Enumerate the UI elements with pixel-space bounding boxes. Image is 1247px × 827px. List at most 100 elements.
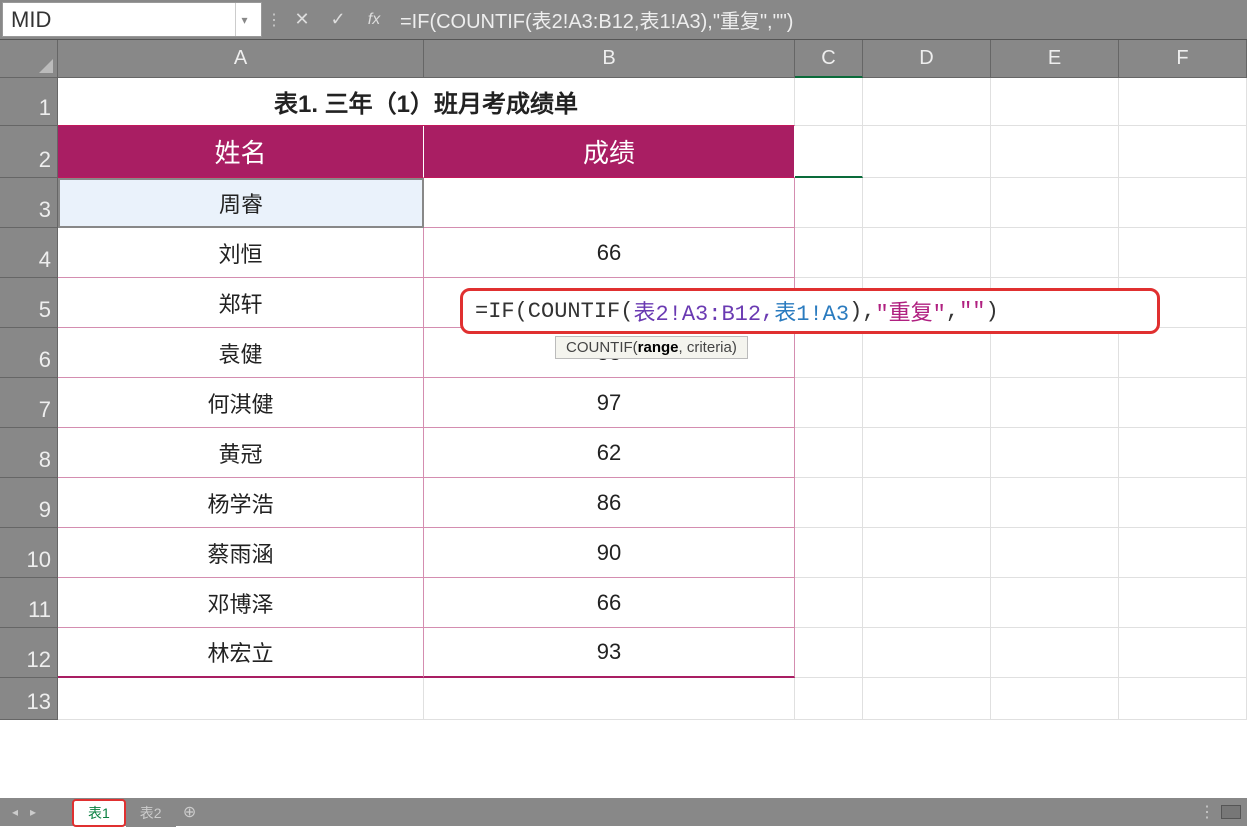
hscroll-left-button[interactable]	[1221, 805, 1241, 819]
cell-F4[interactable]	[1119, 228, 1247, 278]
cell-C2[interactable]	[795, 126, 863, 178]
name-box-dropdown-icon[interactable]: ▾	[235, 3, 253, 36]
row-header-9[interactable]: 9	[0, 478, 58, 528]
cell-D8[interactable]	[863, 428, 991, 478]
cell-A13[interactable]	[58, 678, 424, 720]
title-cell[interactable]: 表1. 三年（1）班月考成绩单	[58, 78, 795, 126]
row-header-3[interactable]: 3	[0, 178, 58, 228]
cell-B11[interactable]: 66	[424, 578, 795, 628]
col-header-F[interactable]: F	[1119, 40, 1247, 78]
cell-D1[interactable]	[863, 78, 991, 126]
col-header-E[interactable]: E	[991, 40, 1119, 78]
cell-C10[interactable]	[795, 528, 863, 578]
cell-C6[interactable]	[795, 328, 863, 378]
cell-F1[interactable]	[1119, 78, 1247, 126]
cell-A7[interactable]: 何淇健	[58, 378, 424, 428]
cell-B12[interactable]: 93	[424, 628, 795, 678]
cell-A10[interactable]: 蔡雨涵	[58, 528, 424, 578]
cell-D3[interactable]	[863, 178, 991, 228]
cell-C9[interactable]	[795, 478, 863, 528]
cell-E12[interactable]	[991, 628, 1119, 678]
row-header-1[interactable]: 1	[0, 78, 58, 126]
cell-B3[interactable]	[424, 178, 795, 228]
cell-A4[interactable]: 刘恒	[58, 228, 424, 278]
header-score[interactable]: 成绩	[424, 126, 795, 178]
row-header-8[interactable]: 8	[0, 428, 58, 478]
cell-A3[interactable]: 周睿	[58, 178, 424, 228]
sheet-tab-other[interactable]: 表2	[126, 799, 176, 827]
row-header-7[interactable]: 7	[0, 378, 58, 428]
cell-C11[interactable]	[795, 578, 863, 628]
cell-F3[interactable]	[1119, 178, 1247, 228]
cell-C1[interactable]	[795, 78, 863, 126]
cell-E1[interactable]	[991, 78, 1119, 126]
cell-D7[interactable]	[863, 378, 991, 428]
row-header-5[interactable]: 5	[0, 278, 58, 328]
row-header-4[interactable]: 4	[0, 228, 58, 278]
cell-A6[interactable]: 袁健	[58, 328, 424, 378]
row-header-12[interactable]: 12	[0, 628, 58, 678]
row-header-13[interactable]: 13	[0, 678, 58, 720]
formula-input[interactable]: =IF(COUNTIF(表2!A3:B12,表1!A3),"重复","")	[392, 0, 1247, 39]
cell-D13[interactable]	[863, 678, 991, 720]
cell-B10[interactable]: 90	[424, 528, 795, 578]
cell-D10[interactable]	[863, 528, 991, 578]
cell-E2[interactable]	[991, 126, 1119, 178]
cell-C3[interactable]	[795, 178, 863, 228]
cell-F10[interactable]	[1119, 528, 1247, 578]
row-header-10[interactable]: 10	[0, 528, 58, 578]
cell-E8[interactable]	[991, 428, 1119, 478]
cell-C12[interactable]	[795, 628, 863, 678]
cell-F8[interactable]	[1119, 428, 1247, 478]
cell-B13[interactable]	[424, 678, 795, 720]
cell-C8[interactable]	[795, 428, 863, 478]
cell-B9[interactable]: 86	[424, 478, 795, 528]
cell-D11[interactable]	[863, 578, 991, 628]
cell-F7[interactable]	[1119, 378, 1247, 428]
cell-E9[interactable]	[991, 478, 1119, 528]
cell-F9[interactable]	[1119, 478, 1247, 528]
cell-E10[interactable]	[991, 528, 1119, 578]
cell-B8[interactable]: 62	[424, 428, 795, 478]
cell-F13[interactable]	[1119, 678, 1247, 720]
cell-A5[interactable]: 郑轩	[58, 278, 424, 328]
cell-E3[interactable]	[991, 178, 1119, 228]
cell-E7[interactable]	[991, 378, 1119, 428]
sheet-tab-active[interactable]: 表1	[72, 799, 126, 827]
scroll-menu-icon[interactable]: ⋮	[1199, 802, 1215, 822]
sheet-nav-next[interactable]: ▸	[24, 805, 42, 819]
cell-A9[interactable]: 杨学浩	[58, 478, 424, 528]
cell-B4[interactable]: 66	[424, 228, 795, 278]
cell-D4[interactable]	[863, 228, 991, 278]
name-box[interactable]: MID ▾	[2, 2, 262, 37]
cell-B7[interactable]: 97	[424, 378, 795, 428]
enter-formula-button[interactable]: ✓	[320, 0, 356, 39]
col-header-B[interactable]: B	[424, 40, 795, 78]
cell-E4[interactable]	[991, 228, 1119, 278]
sheet-nav-prev[interactable]: ◂	[6, 805, 24, 819]
cell-F11[interactable]	[1119, 578, 1247, 628]
col-header-A[interactable]: A	[58, 40, 424, 78]
cell-F6[interactable]	[1119, 328, 1247, 378]
cell-E11[interactable]	[991, 578, 1119, 628]
row-header-11[interactable]: 11	[0, 578, 58, 628]
cell-E13[interactable]	[991, 678, 1119, 720]
cell-C7[interactable]	[795, 378, 863, 428]
row-header-2[interactable]: 2	[0, 126, 58, 178]
formula-edit-overlay[interactable]: =IF(COUNTIF(表2!A3:B12,表1!A3),"重复","")	[460, 288, 1160, 334]
cell-D2[interactable]	[863, 126, 991, 178]
insert-function-button[interactable]: fx	[356, 0, 392, 39]
cell-F2[interactable]	[1119, 126, 1247, 178]
cell-C4[interactable]	[795, 228, 863, 278]
add-sheet-button[interactable]: ⊕	[176, 802, 204, 822]
select-all-corner[interactable]	[0, 40, 58, 78]
cell-A12[interactable]: 林宏立	[58, 628, 424, 678]
row-header-6[interactable]: 6	[0, 328, 58, 378]
cell-D12[interactable]	[863, 628, 991, 678]
cell-D6[interactable]	[863, 328, 991, 378]
col-header-D[interactable]: D	[863, 40, 991, 78]
cell-A8[interactable]: 黄冠	[58, 428, 424, 478]
cell-A11[interactable]: 邓博泽	[58, 578, 424, 628]
col-header-C[interactable]: C	[795, 40, 863, 78]
cell-C13[interactable]	[795, 678, 863, 720]
